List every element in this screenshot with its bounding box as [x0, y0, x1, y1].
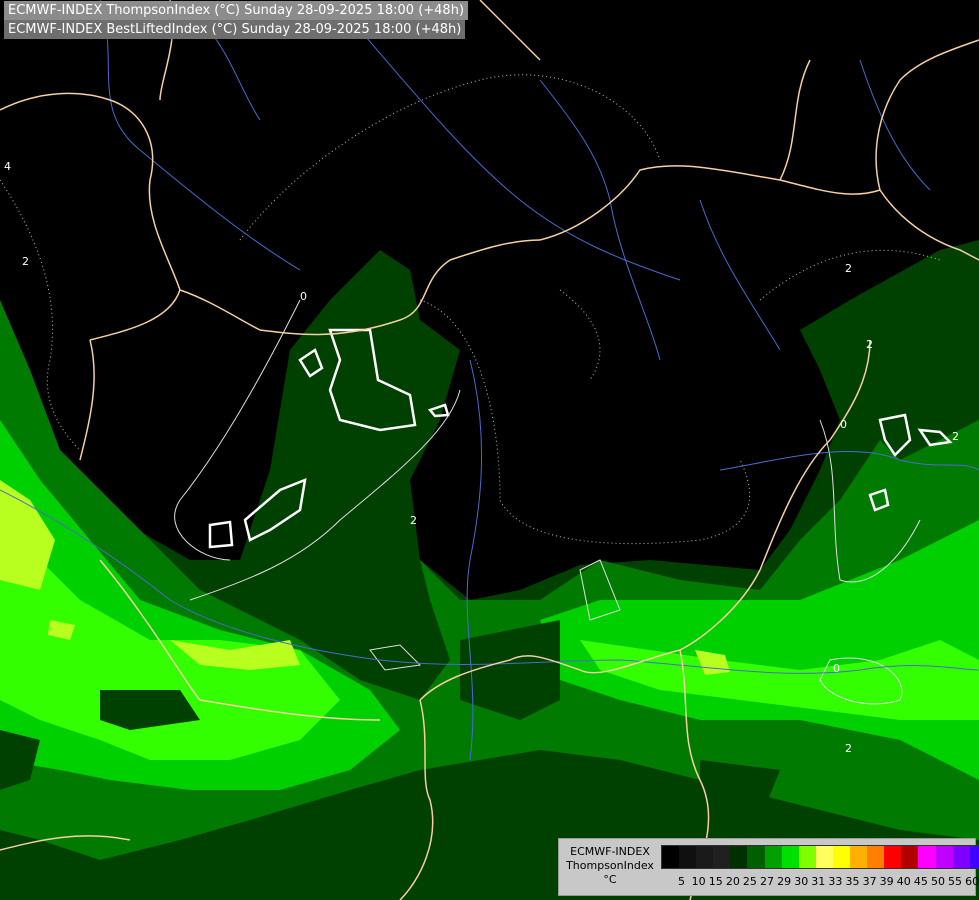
weather-map: 0 2 4 2 2 2 0 0 2 2: [0, 0, 979, 900]
legend-ticks: 5 10 15 20 25 27 29 30 31 33 35 37 39 40 45 50 55 60: [673, 875, 979, 888]
contour-label: 4: [4, 160, 11, 173]
legend-swatch: [969, 846, 979, 868]
legend-tick: 25: [742, 875, 757, 888]
contour-label: 2: [410, 514, 417, 527]
legend-tick: 39: [879, 875, 894, 888]
legend-swatch: [798, 846, 816, 868]
map-title: ECMWF-INDEX ThompsonIndex (°C) Sunday 28…: [0, 0, 473, 41]
legend-swatch: [679, 846, 697, 868]
legend-swatch: [832, 846, 851, 868]
title-thompson-index: ECMWF-INDEX ThompsonIndex (°C) Sunday 28…: [4, 1, 469, 20]
color-legend: ECMWF-INDEX ThompsonIndex °C 5 10 15 20 25 27…: [558, 838, 979, 896]
legend-swatch: [696, 846, 714, 868]
legend-swatch: [850, 846, 868, 868]
legend-swatch: [918, 846, 936, 868]
legend-tick: 10: [691, 875, 706, 888]
legend-tick: 27: [760, 875, 775, 888]
legend-swatch: [730, 846, 748, 868]
legend-swatch: [781, 846, 799, 868]
legend-title-line1: ECMWF-INDEX: [570, 845, 650, 858]
legend-tick: 35: [845, 875, 860, 888]
legend-tick: 5: [678, 875, 686, 888]
legend-tick: 29: [777, 875, 792, 888]
legend-swatch: [952, 846, 970, 868]
legend-swatch: [867, 846, 885, 868]
legend-swatch: [815, 846, 833, 868]
legend-tick: 55: [948, 875, 963, 888]
contour-label: 0: [840, 418, 847, 431]
contour-label: 0: [833, 662, 840, 675]
legend-tick: 33: [828, 875, 843, 888]
legend-title: ECMWF-INDEX ThompsonIndex °C: [563, 845, 657, 887]
contour-label: 2: [22, 255, 29, 268]
legend-swatch: [747, 846, 765, 868]
contour-label: 2: [845, 262, 852, 275]
legend-swatch: [901, 846, 919, 868]
contour-label: 0: [300, 290, 307, 303]
legend-tick: 45: [913, 875, 928, 888]
legend-swatch: [662, 846, 680, 868]
legend-tick: 40: [896, 875, 911, 888]
legend-tick: 31: [811, 875, 826, 888]
legend-tick: 15: [708, 875, 723, 888]
contour-label: 2: [952, 430, 959, 443]
legend-swatch: [884, 846, 902, 868]
legend-tick: 30: [794, 875, 809, 888]
legend-tick: 20: [725, 875, 740, 888]
legend-unit: °C: [603, 873, 617, 886]
legend-swatch: [764, 846, 782, 868]
legend-title-line2: ThompsonIndex: [566, 859, 654, 872]
legend-tick: 60: [965, 875, 979, 888]
legend-tick: 50: [930, 875, 945, 888]
contour-label: 2: [845, 742, 852, 755]
contour-label: 2: [866, 338, 873, 351]
legend-swatch: [935, 846, 953, 868]
legend-tick: 37: [862, 875, 877, 888]
legend-swatches: [661, 845, 979, 869]
legend-swatch: [713, 846, 731, 868]
title-best-lifted-index: ECMWF-INDEX BestLiftedIndex (°C) Sunday …: [4, 20, 466, 39]
